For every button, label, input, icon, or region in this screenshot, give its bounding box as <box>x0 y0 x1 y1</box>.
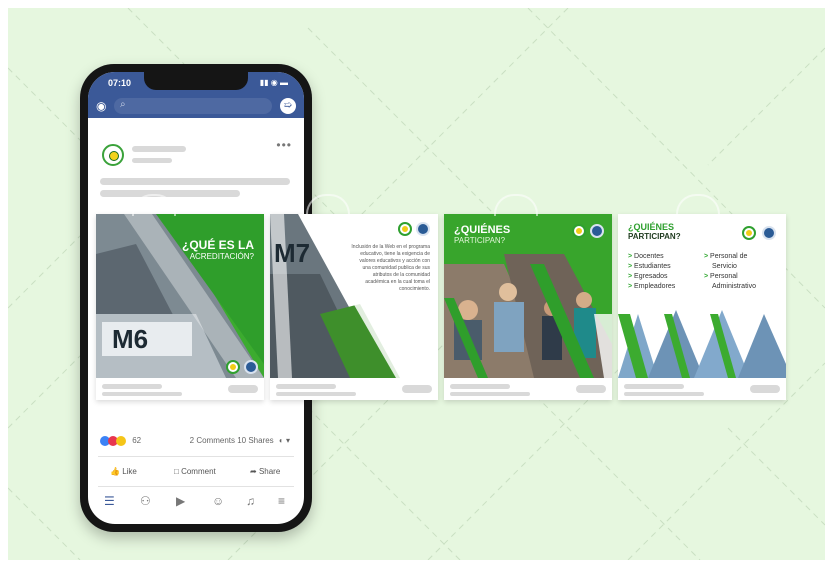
tab-watch-icon[interactable]: ▶ <box>176 494 185 508</box>
university-seal-icon <box>244 360 258 374</box>
participants-list-left: > Docentes > Estudiantes > Egresados > E… <box>628 252 675 292</box>
share-button[interactable]: ➦ Share <box>250 467 280 476</box>
card-2-footer <box>270 378 438 400</box>
list-item-label: Servicio <box>712 263 737 270</box>
card-2-building-label: M7 <box>274 238 311 268</box>
list-item-label: Personal de <box>710 253 748 260</box>
tab-notifications-icon[interactable]: ♫ <box>246 494 255 508</box>
divider <box>98 486 294 487</box>
participants-list-right: > Personal de Servicio > Personal Admini… <box>704 252 756 292</box>
page-name-placeholder <box>132 146 186 152</box>
card-title-placeholder <box>450 384 510 389</box>
card-1-headline-line1: ¿QUÉ ES LA <box>181 238 254 252</box>
carousel-card-1[interactable]: M6 ¿QUÉ ES LA ACREDITACIÓN? <box>96 214 264 400</box>
messenger-icon[interactable]: ➯ <box>280 98 296 114</box>
facebook-top-bar: ◉ ⌕ ➯ <box>88 94 304 118</box>
divider <box>98 456 294 457</box>
list-item-label: Egresados <box>634 273 668 280</box>
card-cta-placeholder <box>576 385 606 393</box>
comments-shares-count[interactable]: 2 Comments 10 Shares ◐ ▾ <box>190 436 290 445</box>
list-item-label: Estudiantes <box>634 263 671 270</box>
reaction-icons <box>100 436 126 446</box>
card-cta-placeholder <box>750 385 780 393</box>
institution-logo-icon <box>572 224 586 238</box>
bottom-tab-bar: ☰ ⚇ ▶ ☺ ♫ ≡ <box>88 490 304 516</box>
card-title-placeholder <box>102 384 162 389</box>
card-url-placeholder <box>102 392 182 396</box>
mockup-canvas: 07:10 ▮▮ ◉ ▬ ◉ ⌕ ➯ ••• 62 2 Comments 10 … <box>8 8 825 560</box>
list-item-label: Empleadores <box>634 283 676 290</box>
list-item-continued: Servicio <box>704 262 756 272</box>
card-1-footer <box>96 378 264 400</box>
university-seal-icon <box>416 222 430 236</box>
card-url-placeholder <box>624 392 704 396</box>
card-cta-placeholder <box>402 385 432 393</box>
card-1-headline-line2: ACREDITACIÓN? <box>189 252 254 261</box>
carousel-card-4[interactable]: ¿QUIÉNES PARTICIPAN? > Docentes > Estudi… <box>618 214 786 400</box>
tab-news-feed-icon[interactable]: ☰ <box>104 494 115 508</box>
list-item: > Empleadores <box>628 283 676 290</box>
tab-menu-icon[interactable]: ≡ <box>278 494 285 508</box>
card-3-footer <box>444 378 612 400</box>
card-3-headline-line2: PARTICIPAN? <box>454 236 506 245</box>
post-actions: 👍 Like □ Comment ➦ Share <box>88 464 304 482</box>
phone-notch <box>144 72 248 90</box>
haha-reaction-icon <box>116 436 126 446</box>
tab-profile-icon[interactable]: ☺ <box>212 494 224 508</box>
post-time-placeholder <box>132 158 172 163</box>
institution-logo-icon <box>398 222 412 236</box>
card-1-headline: ¿QUÉ ES LA ACREDITACIÓN? <box>182 238 254 261</box>
comment-label: Comment <box>181 467 216 476</box>
list-item-label: Docentes <box>634 253 664 260</box>
list-item: > Docentes <box>628 253 664 260</box>
card-4-footer <box>618 378 786 400</box>
share-label: Share <box>258 467 281 476</box>
carousel-card-3[interactable]: ¿QUIÉNES PARTICIPAN? <box>444 214 612 400</box>
reaction-count: 62 <box>132 436 142 446</box>
status-time: 07:10 <box>108 78 132 88</box>
caption-placeholder <box>100 190 240 197</box>
tab-friends-icon[interactable]: ⚇ <box>140 494 151 508</box>
like-button[interactable]: 👍 Like <box>110 467 137 476</box>
carousel-card-2[interactable]: M7 Inclusión de la Web en el programa ed… <box>270 214 438 400</box>
card-url-placeholder <box>450 392 530 396</box>
card-3-headline: ¿QUIÉNES PARTICIPAN? <box>454 224 510 245</box>
like-label: Like <box>122 467 137 476</box>
list-item-label: Administrativo <box>712 283 756 290</box>
signal-battery-icon: ▮▮ ◉ ▬ <box>259 78 288 87</box>
comments-shares-text: 2 Comments 10 Shares <box>189 436 274 445</box>
caption-placeholder <box>100 178 290 185</box>
audience-icon: ◐ ▾ <box>278 436 290 445</box>
card-2-body-text: Inclusión de la Web en el programa educa… <box>351 244 430 292</box>
more-options-icon[interactable]: ••• <box>276 138 292 152</box>
card-cta-placeholder <box>228 385 258 393</box>
university-seal-icon <box>762 226 776 240</box>
card-3-headline-line1: ¿QUIÉNES <box>454 224 511 236</box>
reaction-summary[interactable]: 62 <box>100 436 141 446</box>
card-4-headline: ¿QUIÉNES PARTICIPAN? <box>628 222 681 241</box>
list-item-label: Personal <box>710 273 738 280</box>
page-avatar[interactable] <box>102 144 124 166</box>
card-4-headline-line2: PARTICIPAN? <box>628 232 681 241</box>
card-4-headline-line1: ¿QUIÉNES <box>628 222 675 232</box>
search-input[interactable]: ⌕ <box>114 98 272 114</box>
camera-icon[interactable]: ◉ <box>96 99 106 113</box>
university-seal-icon <box>590 224 604 238</box>
list-item: > Personal de <box>704 253 748 260</box>
list-item-continued: Administrativo <box>704 282 756 292</box>
search-icon: ⌕ <box>120 99 126 110</box>
card-title-placeholder <box>276 384 336 389</box>
card-url-placeholder <box>276 392 356 396</box>
list-item: > Egresados <box>628 273 668 280</box>
list-item: > Estudiantes <box>628 263 671 270</box>
card-title-placeholder <box>624 384 684 389</box>
list-item: > Personal <box>704 273 738 280</box>
institution-logo-icon <box>742 226 756 240</box>
comment-button[interactable]: □ Comment <box>174 467 216 476</box>
institution-logo-icon <box>226 360 240 374</box>
card-1-building-label: M6 <box>112 324 149 354</box>
